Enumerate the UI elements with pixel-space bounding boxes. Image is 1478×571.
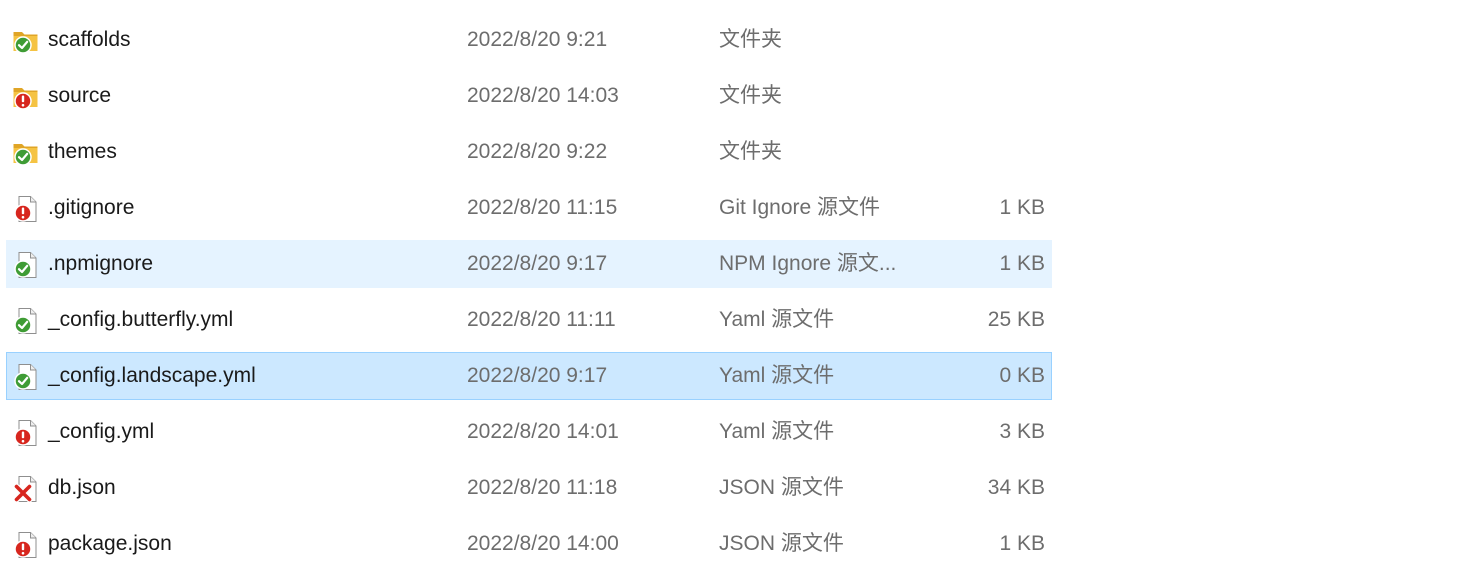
modified-date: 2022/8/20 14:03 bbox=[467, 84, 619, 107]
file-name: .npmignore bbox=[48, 252, 154, 275]
file-type: Yaml 源文件 bbox=[719, 308, 835, 331]
modified-date: 2022/8/20 9:17 bbox=[467, 252, 608, 275]
file-row[interactable]: .gitignore 2022/8/20 11:15 Git Ignore 源文… bbox=[6, 184, 1052, 232]
modified-date: 2022/8/20 9:22 bbox=[467, 140, 608, 163]
file-row[interactable]: themes 2022/8/20 9:22 文件夹 bbox=[6, 128, 1052, 176]
file-ok-icon bbox=[12, 307, 40, 335]
file-name: themes bbox=[48, 140, 117, 163]
file-modified-icon bbox=[12, 195, 40, 223]
file-row[interactable]: db.json 2022/8/20 11:18 JSON 源文件 34 KB bbox=[6, 464, 1052, 512]
modified-date: 2022/8/20 9:17 bbox=[467, 364, 608, 387]
file-size: 1 KB bbox=[999, 252, 1045, 275]
file-type: Git Ignore 源文件 bbox=[719, 196, 881, 219]
file-row[interactable]: _config.landscape.yml 2022/8/20 9:17 Yam… bbox=[6, 352, 1052, 400]
modified-date: 2022/8/20 11:18 bbox=[467, 476, 618, 499]
file-type: JSON 源文件 bbox=[719, 476, 844, 499]
modified-date: 2022/8/20 14:01 bbox=[467, 420, 619, 443]
file-type: 文件夹 bbox=[719, 140, 782, 163]
file-size: 1 KB bbox=[999, 532, 1045, 555]
file-deleted-icon bbox=[12, 475, 40, 503]
modified-date: 2022/8/20 11:11 bbox=[467, 308, 616, 331]
file-ok-icon bbox=[12, 363, 40, 391]
file-size: 34 KB bbox=[987, 476, 1045, 499]
file-size: 0 KB bbox=[999, 364, 1045, 387]
file-type: 文件夹 bbox=[719, 84, 782, 107]
file-size: 3 KB bbox=[999, 420, 1045, 443]
folder-modified-icon bbox=[12, 83, 40, 111]
file-row[interactable]: _config.yml 2022/8/20 14:01 Yaml 源文件 3 K… bbox=[6, 408, 1052, 456]
file-type: Yaml 源文件 bbox=[719, 364, 835, 387]
modified-date: 2022/8/20 9:21 bbox=[467, 28, 608, 51]
file-name: scaffolds bbox=[48, 28, 131, 51]
file-name: _config.yml bbox=[48, 420, 155, 443]
file-row[interactable]: _config.butterfly.yml 2022/8/20 11:11 Ya… bbox=[6, 296, 1052, 344]
folder-ok-icon bbox=[12, 27, 40, 55]
file-name: _config.landscape.yml bbox=[48, 364, 256, 387]
file-type: JSON 源文件 bbox=[719, 532, 844, 555]
file-modified-icon bbox=[12, 419, 40, 447]
file-type: Yaml 源文件 bbox=[719, 420, 835, 443]
modified-date: 2022/8/20 14:00 bbox=[467, 532, 619, 555]
file-size: 25 KB bbox=[987, 308, 1045, 331]
file-size: 1 KB bbox=[999, 196, 1045, 219]
modified-date: 2022/8/20 11:15 bbox=[467, 196, 618, 219]
file-row[interactable]: package.json 2022/8/20 14:00 JSON 源文件 1 … bbox=[6, 520, 1052, 568]
folder-ok-icon bbox=[12, 139, 40, 167]
file-ok-icon bbox=[12, 251, 40, 279]
file-row[interactable]: .npmignore 2022/8/20 9:17 NPM Ignore 源文.… bbox=[6, 240, 1052, 288]
file-name: source bbox=[48, 84, 112, 107]
file-list: scaffolds 2022/8/20 9:21 文件夹 source 2022… bbox=[0, 0, 1478, 571]
file-modified-icon bbox=[12, 531, 40, 559]
file-type: NPM Ignore 源文... bbox=[719, 252, 897, 275]
file-name: db.json bbox=[48, 476, 116, 499]
file-name: .gitignore bbox=[48, 196, 135, 219]
file-row[interactable]: scaffolds 2022/8/20 9:21 文件夹 bbox=[6, 16, 1052, 64]
file-name: _config.butterfly.yml bbox=[48, 308, 234, 331]
file-type: 文件夹 bbox=[719, 28, 782, 51]
file-name: package.json bbox=[48, 532, 172, 555]
file-row[interactable]: source 2022/8/20 14:03 文件夹 bbox=[6, 72, 1052, 120]
